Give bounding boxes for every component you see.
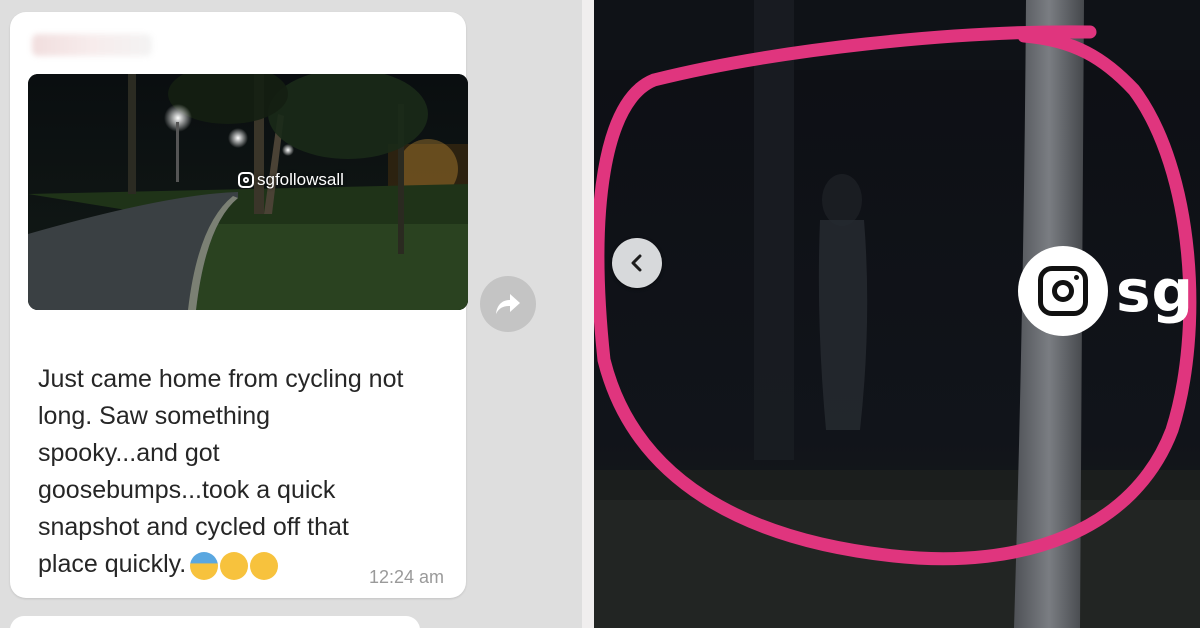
fearful-face-emoji	[190, 552, 219, 581]
forward-arrow-icon	[496, 294, 520, 314]
chat-screenshot-panel: sgfollowsall Just came home from cycling…	[0, 0, 582, 628]
message-timestamp: 12:24 am	[368, 567, 444, 587]
emoji-group	[190, 547, 280, 584]
worried-face-emoji	[220, 552, 249, 581]
zoomed-photo-panel: sg	[594, 0, 1200, 628]
next-message-bubble[interactable]	[10, 616, 420, 628]
message-bubble[interactable]: sgfollowsall Just came home from cycling…	[10, 12, 468, 598]
blurred-sender-name	[32, 34, 152, 56]
panel-divider	[582, 0, 594, 628]
night-park-photo	[28, 74, 468, 310]
instagram-icon-large	[1018, 246, 1108, 336]
instagram-icon	[238, 172, 254, 188]
message-photo[interactable]: sgfollowsall	[28, 74, 468, 310]
photo-watermark: sgfollowsall	[238, 170, 344, 190]
zoomed-watermark: sg	[1018, 246, 1194, 336]
forward-button[interactable]	[480, 276, 536, 332]
watermark-handle: sgfollowsall	[257, 170, 344, 189]
message-text-block: Just came home from cycling not long. Sa…	[38, 324, 462, 584]
previous-image-button[interactable]	[612, 238, 662, 288]
weary-face-emoji	[250, 552, 279, 581]
chevron-left-icon	[631, 254, 642, 272]
watermark-partial-text: sg	[1116, 257, 1195, 325]
